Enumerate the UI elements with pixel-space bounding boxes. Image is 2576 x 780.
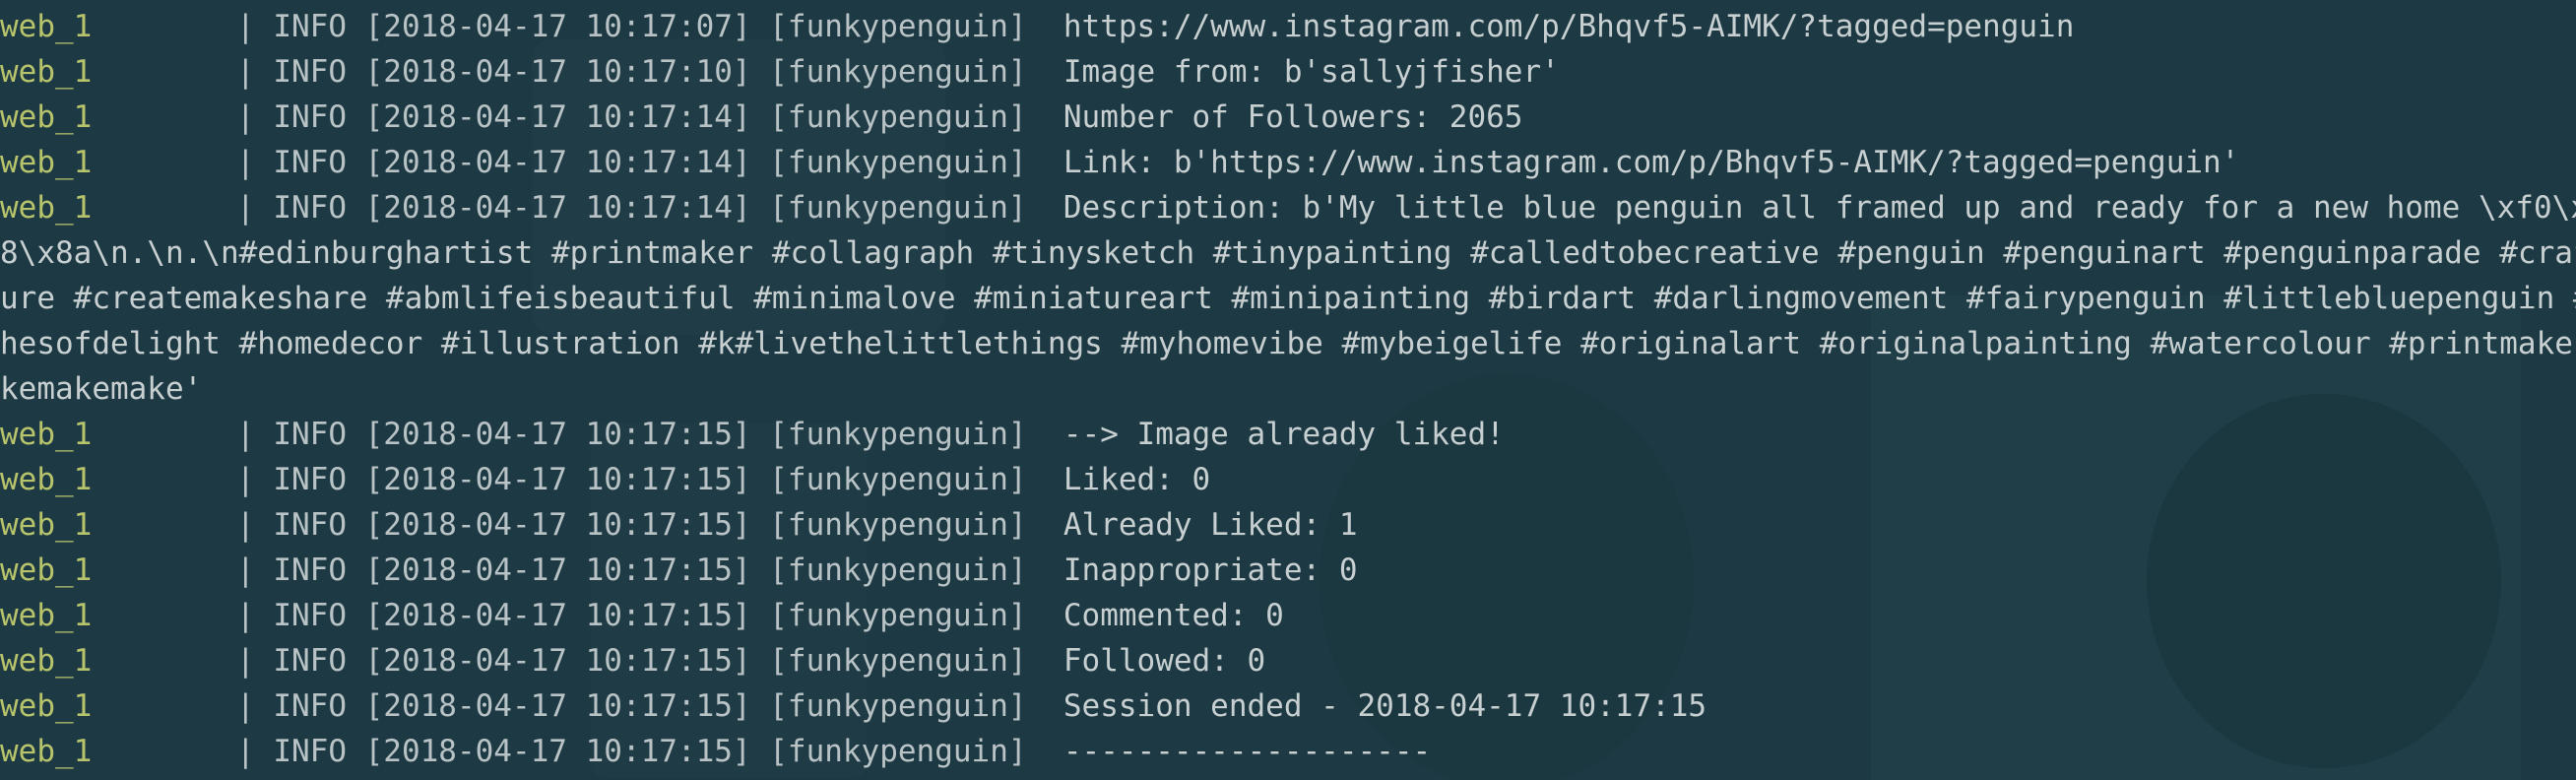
service-name: web_1 — [0, 598, 93, 633]
log-line: web_1 | INFO [2018-04-17 10:17:14] [funky… — [0, 140, 2576, 185]
log-line: web_1 | INFO [2018-04-17 10:17:15] [funky… — [0, 729, 2576, 774]
service-name: web_1 — [0, 417, 93, 452]
service-name: web_1 — [0, 734, 93, 769]
service-name: web_1 — [0, 99, 93, 135]
log-message: Number of Followers: 2065 — [1063, 99, 1523, 135]
log-line: web_1 | INFO [2018-04-17 10:17:15] [funky… — [0, 502, 2576, 548]
log-prefix: | INFO [2018-04-17 10:17:15] [funkypengu… — [236, 598, 1063, 633]
log-message: Inappropriate: 0 — [1063, 552, 1358, 588]
log-message: Description: b'My little blue penguin al… — [1063, 190, 2576, 226]
log-prefix: | INFO [2018-04-17 10:17:15] [funkypengu… — [236, 688, 1063, 724]
log-prefix: | INFO [2018-04-17 10:17:15] [funkypengu… — [236, 507, 1063, 543]
log-message: --> Image already liked! — [1063, 417, 1505, 452]
service-name: web_1 — [0, 9, 93, 44]
log-prefix: | INFO [2018-04-17 10:17:15] [funkypengu… — [236, 734, 1063, 769]
log-line: web_1 | INFO [2018-04-17 10:17:15] [funky… — [0, 457, 2576, 502]
log-prefix: | INFO [2018-04-17 10:17:14] [funkypengu… — [236, 99, 1063, 135]
log-message: 8\x8a\n.\n.\n#edinburghartist #printmake… — [0, 235, 2576, 271]
log-message: -------------------- — [1063, 734, 1432, 769]
log-line: web_1 | INFO [2018-04-17 10:17:14] [funky… — [0, 185, 2576, 230]
log-message: Link: b'https://www.instagram.com/p/Bhqv… — [1063, 145, 2240, 180]
service-name: web_1 — [0, 462, 93, 497]
log-prefix: | INFO [2018-04-17 10:17:15] [funkypengu… — [236, 552, 1063, 588]
service-name: web_1 — [0, 688, 93, 724]
log-message: Commented: 0 — [1063, 598, 1284, 633]
log-message: Image from: b'sallyjfisher' — [1063, 54, 1560, 90]
log-line: web_1 | INFO [2018-04-17 10:17:07] [funky… — [0, 4, 2576, 49]
log-message: Session ended - 2018-04-17 10:17:15 — [1063, 688, 1707, 724]
log-prefix: | INFO [2018-04-17 10:17:14] [funkypengu… — [236, 190, 1063, 226]
log-message: https://www.instagram.com/p/Bhqvf5-AIMK/… — [1063, 9, 2075, 44]
log-prefix: | INFO [2018-04-17 10:17:15] [funkypengu… — [236, 643, 1063, 679]
log-message: ure #createmakeshare #abmlifeisbeautiful… — [0, 281, 2576, 316]
log-prefix: | INFO [2018-04-17 10:17:10] [funkypengu… — [236, 54, 1063, 90]
log-line: web_1 | INFO [2018-04-17 10:17:15] [funky… — [0, 638, 2576, 683]
service-name: web_1 — [0, 190, 93, 226]
log-line: web_1 | INFO [2018-04-17 10:17:15] [funky… — [0, 593, 2576, 638]
log-line: web_1 | INFO [2018-04-17 10:17:15] [funky… — [0, 683, 2576, 729]
terminal-output: web_1 | INFO [2018-04-17 10:17:07] [funky… — [0, 0, 2576, 780]
log-wrapped-line: hesofdelight #homedecor #illustration #k… — [0, 321, 2576, 366]
log-line: web_1 | INFO [2018-04-17 10:17:10] [funky… — [0, 49, 2576, 95]
log-prefix: | INFO [2018-04-17 10:17:14] [funkypengu… — [236, 145, 1063, 180]
log-wrapped-line: kemakemake' — [0, 366, 2576, 412]
service-name: web_1 — [0, 643, 93, 679]
service-name: web_1 — [0, 54, 93, 90]
service-name: web_1 — [0, 507, 93, 543]
service-name: web_1 — [0, 552, 93, 588]
log-prefix: | INFO [2018-04-17 10:17:15] [funkypengu… — [236, 417, 1063, 452]
log-wrapped-line: 8\x8a\n.\n.\n#edinburghartist #printmake… — [0, 230, 2576, 276]
log-prefix: | INFO [2018-04-17 10:17:15] [funkypengu… — [236, 462, 1063, 497]
log-line: web_1 | INFO [2018-04-17 10:17:15] [funky… — [0, 548, 2576, 593]
log-prefix: | INFO [2018-04-17 10:17:07] [funkypengu… — [236, 9, 1063, 44]
log-message: Liked: 0 — [1063, 462, 1211, 497]
log-message: hesofdelight #homedecor #illustration #k… — [0, 326, 2576, 361]
log-line: web_1 | INFO [2018-04-17 10:17:15] [funky… — [0, 412, 2576, 457]
log-wrapped-line: ure #createmakeshare #abmlifeisbeautiful… — [0, 276, 2576, 321]
log-message: kemakemake' — [0, 371, 203, 407]
service-name: web_1 — [0, 145, 93, 180]
log-message: Already Liked: 1 — [1063, 507, 1358, 543]
log-line: web_1 | INFO [2018-04-17 10:17:14] [funky… — [0, 95, 2576, 140]
log-message: Followed: 0 — [1063, 643, 1266, 679]
